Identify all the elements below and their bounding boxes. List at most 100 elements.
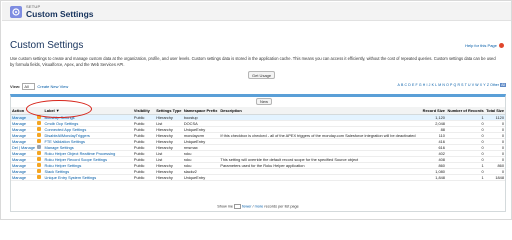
row-action-link[interactable]: Manage	[12, 157, 26, 162]
row-number-of-records: 0	[481, 132, 484, 138]
new-button[interactable]: New	[256, 98, 273, 105]
col-header-namespace[interactable]: Namespace Prefix	[182, 107, 220, 115]
row-action-link[interactable]: Manage	[12, 169, 26, 174]
row-action-link[interactable]: Manage	[12, 151, 26, 156]
row-label-link[interactable]: FTE Validation Settings	[45, 139, 85, 144]
alpha-filter-l[interactable]: L	[435, 83, 437, 87]
row-namespace: UniqueEntry	[183, 126, 206, 132]
row-action-link[interactable]: Del | Manage	[12, 145, 35, 150]
row-label-link[interactable]: Connected App Settings	[45, 127, 87, 132]
col-header-record-size[interactable]: Record Size	[419, 107, 446, 115]
alpha-filter-n[interactable]: N	[442, 83, 445, 87]
more-link[interactable]: more	[255, 205, 264, 209]
col-header-description[interactable]: Description	[219, 107, 420, 115]
view-select[interactable]: All	[22, 83, 36, 90]
row-settings-type: Hierarchy	[156, 144, 173, 150]
row-label-link[interactable]: Roku Helper Record Scope Settings	[45, 157, 108, 162]
row-description: Parameters used for the Roku Helper appl…	[220, 162, 305, 168]
row-number-of-records: 1	[481, 114, 484, 120]
alpha-filter-u[interactable]: U	[468, 83, 471, 87]
alpha-filter-q[interactable]: Q	[454, 83, 457, 87]
alpha-filter-r[interactable]: R	[457, 83, 460, 87]
row-label-link[interactable]: Roku Helper Object Realtime Processing	[45, 151, 116, 156]
row-action-link[interactable]: Manage	[12, 121, 26, 126]
get-usage-button[interactable]: Get Usage	[248, 71, 276, 79]
alpha-filter-t[interactable]: T	[465, 83, 467, 87]
row-number-of-records: 0	[481, 126, 484, 132]
alpha-filter-o[interactable]: O	[446, 83, 449, 87]
alpha-filter-z[interactable]: Z	[487, 83, 489, 87]
row-action-link[interactable]: Manage	[12, 133, 26, 138]
custom-setting-icon	[37, 133, 42, 137]
help-link[interactable]: Help for this Page	[465, 43, 504, 49]
alpha-filter-c[interactable]: C	[405, 83, 408, 87]
row-action-link[interactable]: Manage	[12, 139, 26, 144]
table-row: Manage Unique Entry System Settings Public…	[11, 174, 505, 181]
row-record-size: 110	[438, 132, 445, 138]
row-visibility: Public	[133, 120, 145, 126]
custom-setting-icon	[37, 145, 42, 149]
row-namespace-cell: UniqueEntry	[182, 174, 220, 181]
alpha-filter-h[interactable]: H	[423, 83, 426, 87]
row-description: If this checkbox is checked - all of the…	[220, 132, 416, 138]
row-label-link[interactable]: Manage Settings	[45, 145, 74, 150]
alpha-filter-f[interactable]: F	[415, 83, 417, 87]
fewer-link[interactable]: fewer	[242, 205, 251, 209]
alpha-filter-e[interactable]: E	[412, 83, 414, 87]
alpha-filter-other[interactable]: Other	[490, 83, 499, 87]
row-namespace: mondaycrm	[183, 132, 205, 138]
row-description-cell: If this checkbox is checked - all of the…	[219, 132, 420, 139]
alpha-filter-p[interactable]: P	[450, 83, 452, 87]
row-label-link[interactable]: Slack Settings	[45, 169, 70, 174]
row-label-link[interactable]: BoostUp Settings	[45, 115, 75, 120]
row-label-link[interactable]: Roku Helper Settings	[45, 163, 82, 168]
alpha-filter-d[interactable]: D	[408, 83, 411, 87]
create-view-link[interactable]: Create New View	[37, 84, 68, 89]
row-namespace: UniqueEntry	[183, 174, 206, 180]
col-header-number-of-records[interactable]: Number of Records	[445, 107, 485, 115]
row-label-link[interactable]: Cmdb Ocp Settings	[45, 121, 79, 126]
row-action-link[interactable]: Manage	[12, 115, 26, 120]
alpha-filter-y[interactable]: Y	[483, 83, 485, 87]
alpha-filter-a[interactable]: A	[397, 83, 399, 87]
row-action-link[interactable]: Manage	[12, 127, 26, 132]
row-label-link[interactable]: Unique Entry System Settings	[45, 175, 97, 180]
page-title: Custom Settings	[10, 40, 84, 51]
row-total-size: 0	[501, 150, 504, 156]
help-link-label[interactable]: Help for this Page	[465, 43, 497, 48]
custom-setting-icon	[37, 127, 42, 131]
row-action-link[interactable]: Manage	[12, 163, 26, 168]
setup-banner: SETUP Custom Settings	[2, 2, 511, 21]
custom-setting-icon	[37, 139, 42, 143]
row-total-size: 860	[497, 162, 505, 168]
help-icon[interactable]	[499, 43, 504, 49]
alpha-filter-i[interactable]: I	[426, 83, 427, 87]
alpha-filter-m[interactable]: M	[438, 83, 441, 87]
alpha-filter-s[interactable]: S	[461, 83, 463, 87]
row-record-size: 1,848	[435, 174, 445, 180]
col-header-total-size[interactable]: Total Size	[484, 107, 505, 115]
row-total-size: 0	[501, 120, 504, 126]
alpha-filter-v[interactable]: V	[472, 83, 474, 87]
alpha-filter-w[interactable]: W	[475, 83, 478, 87]
col-header-settings-type[interactable]: Settings Type	[155, 107, 183, 115]
alpha-filter-g[interactable]: G	[419, 83, 422, 87]
col-header-label[interactable]: Label ▼	[43, 107, 133, 115]
row-label-link[interactable]: DisableAllMondayTriggers	[45, 133, 90, 138]
alpha-filter-k[interactable]: K	[432, 83, 434, 87]
alpha-filter-x[interactable]: X	[480, 83, 482, 87]
col-header-visibility[interactable]: Visibility	[132, 107, 156, 115]
row-number-of-records: 0	[481, 120, 484, 126]
alpha-filter-all[interactable]: All	[500, 83, 506, 87]
row-action-link[interactable]: Manage	[12, 175, 26, 180]
alpha-filter-b[interactable]: B	[401, 83, 403, 87]
fewer-records-icon[interactable]	[234, 204, 242, 209]
custom-setting-icon	[37, 115, 42, 119]
row-record-size: 616	[438, 144, 445, 150]
alpha-filter-j[interactable]: J	[429, 83, 431, 87]
row-record-size-cell: 1,848	[419, 174, 446, 181]
row-settings-type: Hierarchy	[156, 162, 173, 168]
view-label: View:	[10, 84, 21, 89]
row-visibility: Public	[133, 150, 145, 156]
setting-icon-cell	[36, 174, 44, 181]
